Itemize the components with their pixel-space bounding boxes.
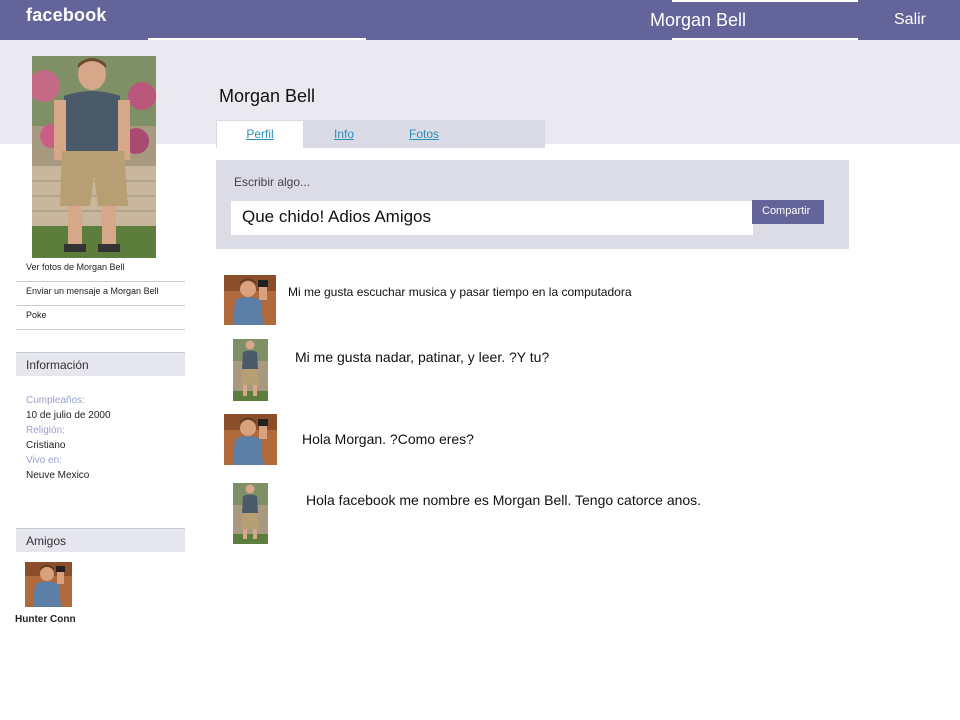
view-photos-link[interactable]: Ver fotos de Morgan Bell: [16, 258, 185, 282]
location-value: Neuve Mexico: [26, 470, 90, 481]
profile-tabs: Perfil Info Fotos: [216, 120, 545, 148]
post-text: Mi me gusta nadar, patinar, y leer. ?Y t…: [295, 349, 550, 365]
avatar-image: [233, 483, 268, 544]
post-text: Hola Morgan. ?Como eres?: [302, 431, 474, 447]
status-input[interactable]: Que chido! Adios Amigos: [231, 201, 753, 235]
profile-photo[interactable]: [32, 56, 156, 258]
post-author-avatar[interactable]: [224, 275, 276, 325]
current-user-link[interactable]: Morgan Bell: [650, 0, 858, 40]
profile-actions: Ver fotos de Morgan Bell Enviar un mensa…: [16, 258, 185, 330]
profile-name: Morgan Bell: [219, 86, 316, 106]
religion-label: Religión:: [26, 425, 65, 436]
top-bar: facebook Morgan Bell Salir: [0, 0, 960, 40]
friend-avatar-image: [25, 562, 72, 607]
post-author-avatar[interactable]: [233, 339, 268, 401]
poke-link[interactable]: Poke: [16, 306, 185, 330]
avatar-image: [224, 275, 276, 325]
tab-info[interactable]: Info: [304, 120, 384, 148]
info-block: Cumpleaños: 10 de julio de 2000 Religión…: [26, 393, 176, 483]
post-author-avatar[interactable]: [224, 414, 277, 465]
location-label: Vivo en:: [26, 455, 62, 466]
friend-name[interactable]: Hunter Conn: [15, 614, 76, 625]
info-heading: Información: [16, 352, 185, 376]
tab-empty[interactable]: [464, 120, 545, 148]
avatar-image: [224, 414, 277, 465]
share-button[interactable]: Compartir: [752, 200, 824, 224]
send-message-link[interactable]: Enviar un mensaje a Morgan Bell: [16, 282, 185, 306]
avatar-image: [233, 339, 268, 401]
status-composer: Escribir algo... Que chido! Adios Amigos…: [216, 160, 849, 249]
post-author-avatar[interactable]: [233, 483, 268, 544]
post-text: Mi me gusta escuchar musica y pasar tiem…: [288, 285, 632, 299]
birthday-label: Cumpleaños:: [26, 395, 85, 406]
religion-value: Cristiano: [26, 440, 66, 451]
current-user-name: Morgan Bell: [650, 10, 747, 30]
post-text: Hola facebook me nombre es Morgan Bell. …: [306, 492, 702, 508]
logout-button[interactable]: Salir: [860, 0, 960, 40]
profile-page: facebook Morgan Bell Salir Morgan Bell P…: [0, 0, 960, 720]
friend-avatar[interactable]: [25, 562, 72, 607]
friends-heading: Amigos: [16, 528, 185, 552]
search-box[interactable]: [148, 0, 366, 40]
composer-label: Escribir algo...: [234, 175, 311, 189]
profile-photo-image: [32, 56, 156, 258]
facebook-logo[interactable]: facebook: [26, 5, 107, 26]
tab-fotos[interactable]: Fotos: [384, 120, 464, 148]
tab-perfil[interactable]: Perfil: [216, 120, 304, 148]
birthday-value: 10 de julio de 2000: [26, 410, 111, 421]
